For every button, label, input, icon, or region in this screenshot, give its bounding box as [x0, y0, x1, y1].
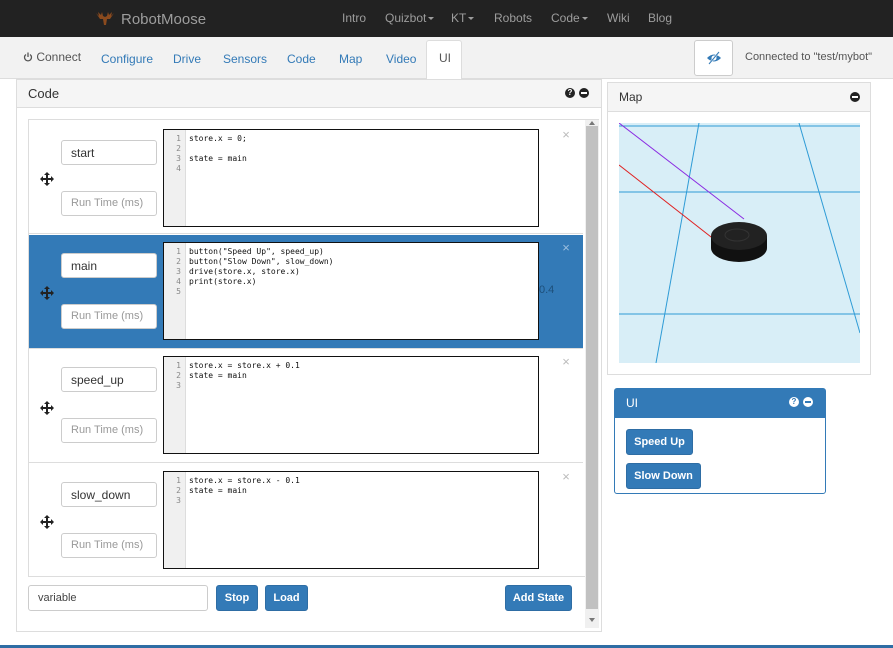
line-gutter: 123: [164, 357, 186, 453]
nav-code[interactable]: Code: [551, 11, 588, 25]
tab-map[interactable]: Map: [339, 52, 362, 66]
brand-name: RobotMoose: [121, 10, 207, 28]
state-name-input[interactable]: slow_down: [61, 482, 157, 507]
help-icon[interactable]: ?: [789, 397, 799, 407]
caret-down-icon: [428, 17, 435, 20]
state-row-slow-down[interactable]: slow_down Run Time (ms) 123 store.x = st…: [29, 464, 583, 576]
code-panel-title: Code: [28, 86, 60, 101]
state-row-main[interactable]: main Run Time (ms) 12345 button("Speed U…: [29, 235, 583, 349]
stop-button[interactable]: Stop: [216, 585, 258, 611]
nav-robots[interactable]: Robots: [494, 11, 532, 25]
state-name-input[interactable]: start: [61, 140, 157, 165]
tab-connect-label: Connect: [36, 50, 82, 64]
add-state-button[interactable]: Add State: [505, 585, 572, 611]
tab-drive[interactable]: Drive: [173, 52, 201, 66]
state-row-speed-up[interactable]: speed_up Run Time (ms) 123 store.x = sto…: [29, 349, 583, 463]
map-panel-header: Map: [608, 83, 870, 112]
brand[interactable]: RobotMoose: [94, 9, 206, 29]
tab-code[interactable]: Code: [287, 52, 316, 66]
map-panel: Map: [607, 82, 871, 375]
tab-connect[interactable]: Connect: [23, 50, 81, 64]
collapse-icon[interactable]: [579, 88, 589, 98]
load-button[interactable]: Load: [265, 585, 308, 611]
top-navbar: RobotMoose Intro Quizbot KT Robots Code …: [0, 0, 893, 37]
move-arrows-icon[interactable]: [40, 515, 54, 529]
nav-kt[interactable]: KT: [451, 11, 475, 25]
code-panel: Code ? start Run Time (ms) 1234 store.x …: [16, 79, 602, 632]
tab-sensors[interactable]: Sensors: [223, 52, 267, 66]
code-text: button("Speed Up", speed_up) button("Slo…: [189, 247, 334, 286]
scroll-up-arrow-icon[interactable]: [589, 121, 595, 125]
ui-panel-header: UI ?: [615, 389, 825, 418]
speed-up-button[interactable]: Speed Up: [626, 429, 693, 455]
scroll-thumb[interactable]: [586, 126, 598, 609]
nav-intro[interactable]: Intro: [342, 11, 366, 25]
nav-quizbot[interactable]: Quizbot: [385, 11, 435, 25]
code-panel-header: Code ?: [17, 80, 601, 108]
eye-slash-icon: [706, 51, 721, 65]
code-text: store.x = 0; state = main: [189, 134, 247, 163]
nav-quizbot-label: Quizbot: [385, 11, 427, 25]
move-arrows-icon[interactable]: [40, 172, 54, 186]
close-icon[interactable]: ×: [561, 355, 571, 368]
runtime-input[interactable]: Run Time (ms): [61, 191, 157, 216]
ui-panel: UI ? Speed Up Slow Down: [614, 388, 826, 494]
scroll-down-arrow-icon[interactable]: [589, 618, 595, 622]
map-panel-title: Map: [619, 90, 643, 104]
connection-status: Connected to "test/mybot": [745, 51, 873, 63]
map-3d-view[interactable]: [619, 123, 860, 363]
runtime-input[interactable]: Run Time (ms): [61, 304, 157, 329]
scrollbar[interactable]: [585, 120, 599, 628]
tab-ui[interactable]: UI: [426, 40, 462, 80]
visibility-toggle-button[interactable]: [694, 40, 733, 76]
caret-down-icon: [581, 17, 588, 20]
slow-down-button[interactable]: Slow Down: [626, 463, 701, 489]
code-text: store.x = store.x - 0.1 state = main: [189, 476, 300, 495]
robot-icon: [711, 222, 767, 262]
nav-wiki[interactable]: Wiki: [607, 11, 630, 25]
move-arrows-icon[interactable]: [40, 401, 54, 415]
code-editor[interactable]: 123 store.x = store.x - 0.1 state = main: [163, 471, 539, 569]
nav-blog[interactable]: Blog: [648, 11, 672, 25]
close-icon[interactable]: ×: [561, 470, 571, 483]
nav-code-label: Code: [551, 11, 580, 25]
collapse-icon[interactable]: [803, 397, 813, 407]
line-gutter: 123: [164, 472, 186, 568]
runtime-input[interactable]: Run Time (ms): [61, 418, 157, 443]
code-editor[interactable]: 1234 store.x = 0; state = main: [163, 129, 539, 227]
nav-kt-label: KT: [451, 11, 467, 25]
code-text: store.x = store.x + 0.1 state = main: [189, 361, 300, 380]
state-output-value: 0.4: [539, 284, 555, 296]
close-icon[interactable]: ×: [561, 241, 571, 254]
move-arrows-icon[interactable]: [40, 286, 54, 300]
state-row-start[interactable]: start Run Time (ms) 1234 store.x = 0; st…: [29, 120, 583, 234]
line-gutter: 12345: [164, 243, 186, 339]
code-editor[interactable]: 123 store.x = store.x + 0.1 state = main: [163, 356, 539, 454]
ui-panel-title: UI: [626, 396, 638, 410]
moose-logo-icon: [96, 12, 114, 25]
power-icon: [23, 52, 33, 62]
state-name-input[interactable]: speed_up: [61, 367, 157, 392]
tab-configure[interactable]: Configure: [101, 52, 153, 66]
help-icon[interactable]: ?: [565, 88, 575, 98]
close-icon[interactable]: ×: [561, 128, 571, 141]
caret-down-icon: [468, 17, 475, 20]
state-list: start Run Time (ms) 1234 store.x = 0; st…: [28, 119, 599, 577]
runtime-input[interactable]: Run Time (ms): [61, 533, 157, 558]
tab-ui-label: UI: [439, 51, 451, 65]
collapse-icon[interactable]: [850, 92, 860, 102]
variable-input[interactable]: variable: [28, 585, 208, 611]
tab-video[interactable]: Video: [386, 52, 416, 66]
state-name-input[interactable]: main: [61, 253, 157, 278]
code-editor[interactable]: 12345 button("Speed Up", speed_up) butto…: [163, 242, 539, 340]
line-gutter: 1234: [164, 130, 186, 226]
